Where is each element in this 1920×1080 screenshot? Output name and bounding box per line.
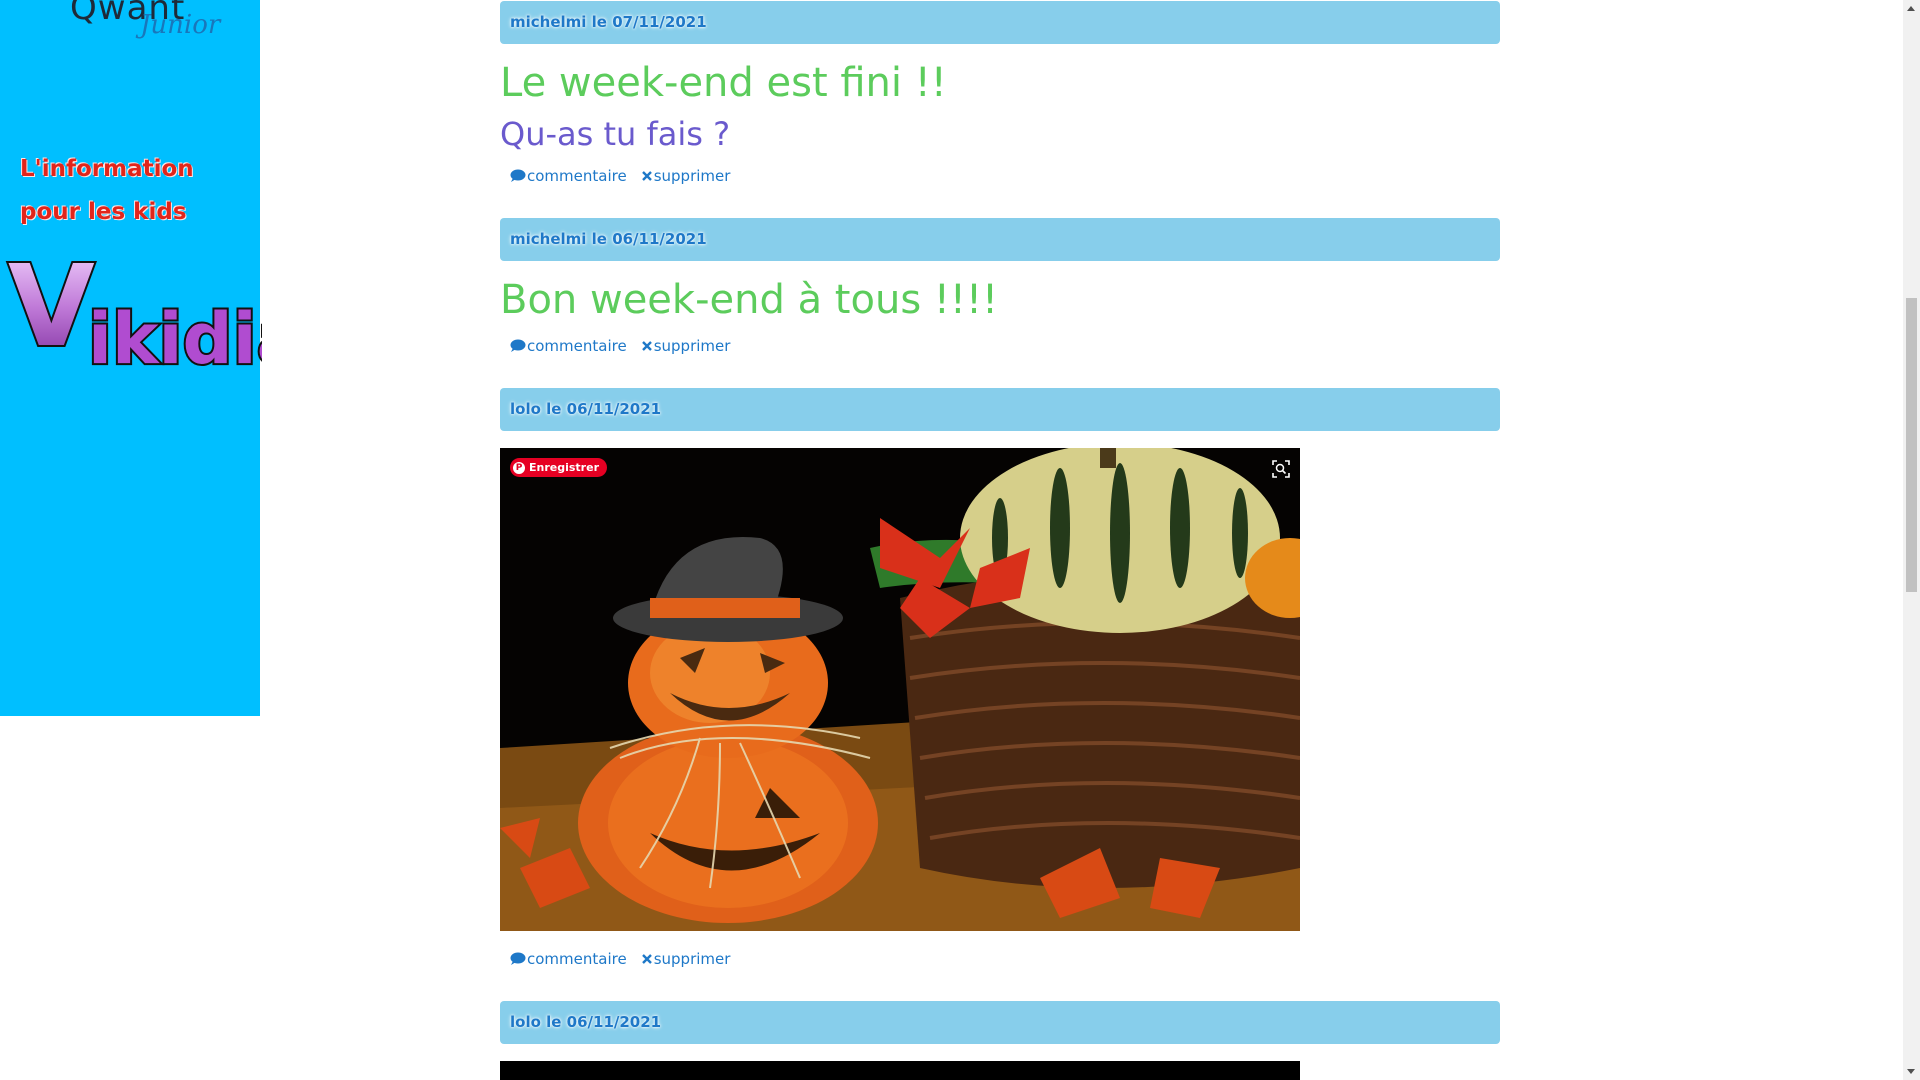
pinterest-save-button[interactable]: P Enregistrer (510, 458, 607, 477)
delete-link[interactable]: supprimer (641, 337, 731, 355)
comment-link[interactable]: commentaire (510, 167, 627, 185)
comment-label: commentaire (527, 167, 627, 185)
post-actions: commentaire supprimer (510, 335, 730, 357)
pinterest-save-label: Enregistrer (529, 461, 599, 474)
post-header: michelmi le 06/11/2021 (500, 218, 1500, 261)
vikidia-logo[interactable]: V ikidia (4, 240, 306, 382)
comment-link[interactable]: commentaire (510, 950, 627, 968)
delete-label: supprimer (653, 950, 731, 968)
post-subtitle: Qu-as tu fais ? (500, 115, 731, 153)
post-header: lolo le 06/11/2021 (500, 1001, 1500, 1044)
comment-link[interactable]: commentaire (510, 337, 627, 355)
svg-text:V: V (8, 245, 95, 372)
pinterest-icon: P (513, 461, 525, 474)
vertical-scrollbar[interactable] (1903, 0, 1920, 1080)
comment-label: commentaire (527, 337, 627, 355)
post-title: Bon week-end à tous !!!! (500, 277, 999, 323)
close-icon (641, 171, 652, 181)
scroll-up-icon[interactable] (1907, 6, 1915, 11)
close-icon (641, 341, 652, 351)
close-icon (641, 954, 652, 964)
post-image[interactable]: P Enregistrer (500, 448, 1300, 931)
qwant-junior-text: Junior (140, 10, 221, 40)
svg-text:ikidia: ikidia (88, 298, 262, 380)
post-image[interactable] (500, 1061, 1300, 1080)
left-sidebar: Qwant Junior L'information pour les kids… (0, 0, 306, 716)
comment-label: commentaire (527, 950, 627, 968)
scroll-down-icon[interactable] (1907, 1069, 1915, 1074)
visual-search-icon[interactable] (1272, 460, 1290, 478)
delete-label: supprimer (653, 167, 731, 185)
comment-icon (510, 339, 526, 352)
halloween-pumpkin-photo (500, 448, 1300, 931)
scrollbar-thumb[interactable] (1906, 298, 1917, 592)
post-header: lolo le 06/11/2021 (500, 388, 1500, 431)
post-actions: commentaire supprimer (510, 948, 730, 970)
post-title: Le week-end est fini !! (500, 60, 947, 106)
post-actions: commentaire supprimer (510, 165, 730, 187)
kids-info-banner[interactable]: L'information pour les kids (20, 148, 255, 234)
comment-icon (510, 952, 526, 965)
post-header: michelmi le 07/11/2021 (500, 1, 1500, 44)
qwant-junior-logo[interactable]: Qwant Junior (70, 0, 230, 58)
delete-link[interactable]: supprimer (641, 950, 731, 968)
delete-label: supprimer (653, 337, 731, 355)
delete-link[interactable]: supprimer (641, 167, 731, 185)
vikidia-logo-graphic: V ikidia (6, 240, 306, 382)
comment-icon (510, 169, 526, 182)
